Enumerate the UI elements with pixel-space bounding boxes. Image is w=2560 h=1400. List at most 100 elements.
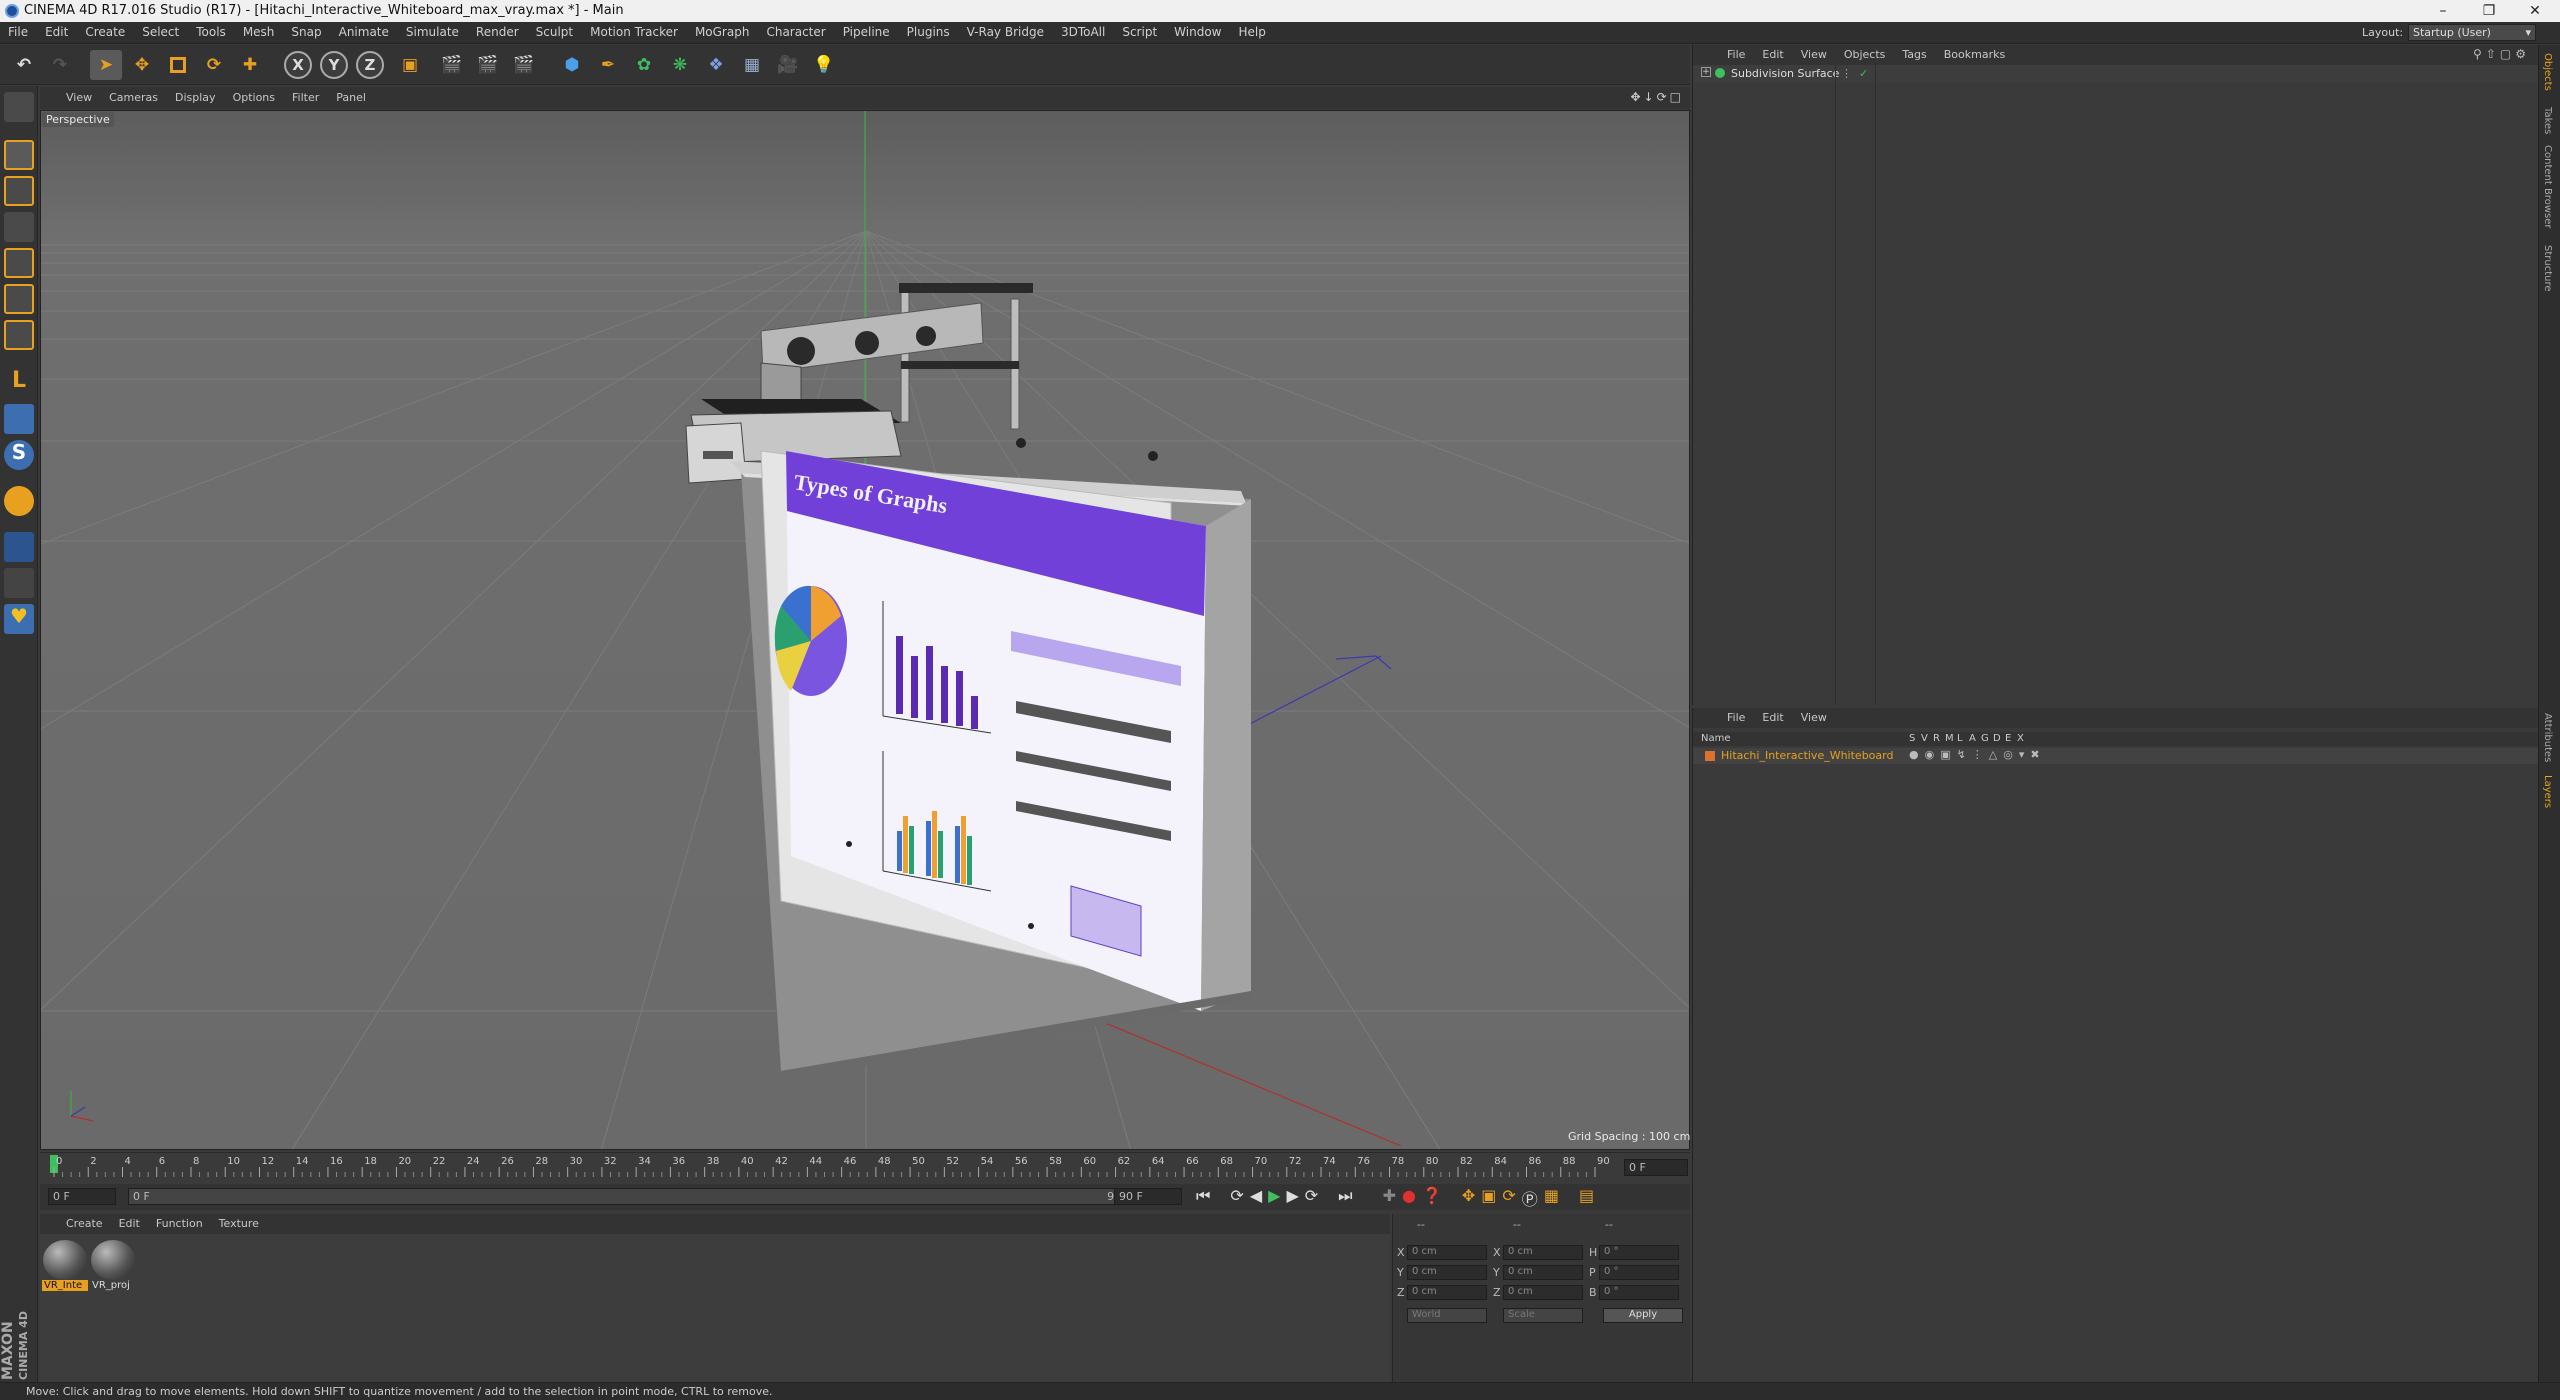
camera-icon[interactable]: 🎥: [772, 50, 804, 80]
current-frame-field[interactable]: 0 F: [1624, 1159, 1688, 1176]
tab-objects[interactable]: Objects: [2542, 53, 2553, 91]
tab-structure[interactable]: Structure: [2542, 245, 2553, 292]
polygons-mode-icon[interactable]: [4, 320, 34, 350]
make-editable-icon[interactable]: [4, 92, 34, 122]
menu-v-ray-bridge[interactable]: V-Ray Bridge: [967, 25, 1044, 39]
layer-flag-a[interactable]: A: [1969, 733, 1981, 744]
size-y-field[interactable]: 0 cm: [1503, 1265, 1583, 1280]
layer-flag-v[interactable]: V: [1921, 733, 1933, 744]
subdivision-generator-icon[interactable]: ✿: [628, 50, 660, 80]
size-x-field[interactable]: 0 cm: [1503, 1245, 1583, 1260]
deformer-icon[interactable]: ❖: [700, 50, 732, 80]
perspective-viewport[interactable]: Types of Graphs: [40, 110, 1690, 1150]
menu-render[interactable]: Render: [476, 25, 519, 39]
x-axis-toggle[interactable]: X: [284, 51, 312, 79]
close-button[interactable]: ✕: [2512, 1, 2558, 21]
key-pla-icon[interactable]: ▦: [1544, 1186, 1559, 1210]
light-icon[interactable]: 💡: [808, 50, 840, 80]
menu-simulate[interactable]: Simulate: [406, 25, 459, 39]
workplane-mode-icon[interactable]: [4, 212, 34, 242]
z-axis-toggle[interactable]: Z: [356, 51, 384, 79]
render-picture-viewer-icon[interactable]: 🎬: [472, 50, 504, 80]
menu-window[interactable]: Window: [1174, 25, 1221, 39]
menu-pipeline[interactable]: Pipeline: [843, 25, 890, 39]
layer-menu-view[interactable]: View: [1801, 711, 1827, 724]
menu-create[interactable]: Create: [85, 25, 125, 39]
menu-animate[interactable]: Animate: [339, 25, 389, 39]
layer-flag-d[interactable]: D: [1993, 733, 2005, 744]
layer-flag-r[interactable]: R: [1933, 733, 1945, 744]
menu-motion-tracker[interactable]: Motion Tracker: [590, 25, 678, 39]
layer-flag-icons[interactable]: ●◉▣↯⋮△◎▾✖: [1909, 748, 2046, 761]
tab-takes[interactable]: Takes: [2542, 107, 2553, 134]
timeline-ruler[interactable]: 0 2 4 6 8 10 12 14 16 18 20 22 24 26 28 30 32 34 36 38 40 42 4…: [40, 1152, 1690, 1182]
viewport-menu-panel[interactable]: Panel: [336, 91, 366, 104]
rotate-tool-icon[interactable]: ⟳: [198, 50, 230, 80]
move-tool-icon[interactable]: ✥: [126, 50, 158, 80]
object-menu-view[interactable]: View: [1801, 48, 1827, 61]
menu-select[interactable]: Select: [142, 25, 179, 39]
menu-edit[interactable]: Edit: [45, 25, 68, 39]
render-settings-icon[interactable]: 🎬: [508, 50, 540, 80]
menu-mograph[interactable]: MoGraph: [695, 25, 750, 39]
viewport-navigation-icons[interactable]: ✥↓⟳□: [1630, 90, 1684, 104]
end-frame-field[interactable]: 90 F: [1114, 1188, 1182, 1205]
prev-frame-icon[interactable]: ◀: [1250, 1186, 1262, 1210]
tab-content-browser[interactable]: Content Browser: [2542, 145, 2553, 228]
key-rotation-icon[interactable]: ⟳: [1502, 1186, 1515, 1210]
layer-flag-g[interactable]: G: [1981, 733, 1993, 744]
material-menu-edit[interactable]: Edit: [119, 1217, 140, 1230]
rotation-h-field[interactable]: 0 °: [1599, 1245, 1679, 1260]
size-z-field[interactable]: 0 cm: [1503, 1285, 1583, 1300]
viewport-menu-display[interactable]: Display: [175, 91, 216, 104]
tweak-mode-icon[interactable]: [4, 404, 34, 434]
menu-plugins[interactable]: Plugins: [907, 25, 950, 39]
layer-flag-s[interactable]: S: [1909, 733, 1921, 744]
object-menu-bookmarks[interactable]: Bookmarks: [1944, 48, 2005, 61]
next-key-icon[interactable]: ⟳: [1305, 1186, 1318, 1210]
menu-mesh[interactable]: Mesh: [243, 25, 275, 39]
rotation-p-field[interactable]: 0 °: [1599, 1265, 1679, 1280]
tab-layers[interactable]: Layers: [2542, 775, 2553, 808]
texture-mode-icon[interactable]: [4, 176, 34, 206]
menu-sculpt[interactable]: Sculpt: [536, 25, 573, 39]
snap-icon[interactable]: S: [4, 440, 34, 470]
points-mode-icon[interactable]: [4, 248, 34, 278]
restore-button[interactable]: ❐: [2466, 1, 2512, 21]
redo-icon[interactable]: ↷: [44, 50, 76, 80]
layer-flag-x[interactable]: X: [2017, 733, 2029, 744]
layer-menu-file[interactable]: File: [1727, 711, 1745, 724]
motion-path-icon[interactable]: ✚: [1383, 1186, 1396, 1210]
coordinate-system-icon[interactable]: ▣: [394, 50, 426, 80]
viewport-menu-view[interactable]: View: [66, 91, 92, 104]
next-frame-icon[interactable]: ▶: [1286, 1186, 1298, 1210]
coord-scale-select[interactable]: Scale: [1503, 1308, 1583, 1323]
python-script-icon[interactable]: ♥: [4, 604, 34, 634]
layer-color-swatch[interactable]: [1705, 751, 1715, 761]
minimize-button[interactable]: –: [2420, 1, 2466, 21]
enabled-check-icon[interactable]: ✓: [1859, 67, 1868, 80]
object-manager-nav-icons[interactable]: ⚲⇧▢⚙: [2473, 47, 2530, 61]
object-row[interactable]: + Subdivision Surface ⋮ ✓: [1693, 65, 2539, 83]
key-position-icon[interactable]: ✥: [1462, 1186, 1475, 1210]
model-mode-icon[interactable]: [4, 140, 34, 170]
menu-tools[interactable]: Tools: [196, 25, 226, 39]
position-x-field[interactable]: 0 cm: [1407, 1245, 1487, 1260]
floor-scene-icon[interactable]: ▦: [736, 50, 768, 80]
object-menu-objects[interactable]: Objects: [1844, 48, 1886, 61]
key-scale-icon[interactable]: ▣: [1481, 1186, 1496, 1210]
edges-mode-icon[interactable]: [4, 284, 34, 314]
play-icon[interactable]: ▶: [1268, 1186, 1280, 1210]
enable-snap-icon[interactable]: [4, 486, 34, 516]
menu-script[interactable]: Script: [1122, 25, 1157, 39]
menu-3dtoall[interactable]: 3DToAll: [1061, 25, 1105, 39]
array-generator-icon[interactable]: ❋: [664, 50, 696, 80]
layer-flag-e[interactable]: E: [2005, 733, 2017, 744]
material-menu-create[interactable]: Create: [66, 1217, 103, 1230]
key-parameter-icon[interactable]: Ⓟ: [1522, 1186, 1538, 1210]
cube-primitive-icon[interactable]: ⬢: [556, 50, 588, 80]
object-menu-file[interactable]: File: [1727, 48, 1745, 61]
layout-select[interactable]: Startup (User) ▾: [2408, 24, 2536, 41]
y-axis-toggle[interactable]: Y: [320, 51, 348, 79]
auto-key-icon[interactable]: ❓: [1422, 1186, 1442, 1210]
